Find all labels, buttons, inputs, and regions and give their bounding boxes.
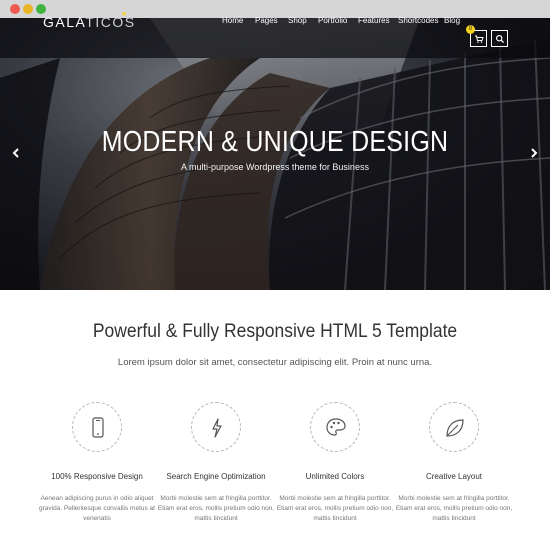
logo-bold: GALA: [43, 14, 86, 30]
feature-title: Creative Layout: [425, 472, 483, 481]
feature-icon-ring: [429, 402, 479, 452]
chevron-right-icon[interactable]: [527, 146, 541, 160]
feature-description: Aenean adipiscing purus in odio aliquet …: [39, 495, 155, 522]
nav-item-shop[interactable]: Shop: [288, 16, 307, 25]
lightning-icon: [212, 418, 222, 438]
cart-count-badge: 0: [466, 25, 475, 34]
feature-icon-ring: [310, 402, 360, 452]
feature-description: Morbi molestie sem at fringilla porttito…: [276, 495, 394, 522]
chevron-left-icon[interactable]: [9, 146, 23, 160]
logo-thin: TICOS: [85, 14, 136, 30]
maximize-window-icon[interactable]: [36, 4, 46, 14]
minimize-window-icon[interactable]: [23, 4, 33, 14]
feature-description: Morbi molestie sem at fringilla porttito…: [157, 495, 275, 522]
mobile-phone-icon: [92, 417, 104, 438]
search-icon: [495, 34, 505, 44]
nav-item-home[interactable]: Home: [222, 16, 243, 25]
palette-icon: [326, 418, 346, 436]
nav-item-pages[interactable]: Pages: [255, 16, 278, 25]
feature-icon-ring: [191, 402, 241, 452]
feature-title: Unlimited Colors: [305, 472, 365, 481]
leaf-icon: [446, 419, 464, 437]
feature-description: Morbi molestie sem at fringilla porttito…: [395, 495, 513, 522]
intro-subtitle: Lorem ipsum dolor sit amet, consectetur …: [117, 357, 433, 368]
nav-item-features[interactable]: Features: [358, 16, 390, 25]
feature-title: 100% Responsive Design: [51, 472, 143, 481]
hero-subtitle: A multi-purpose Wordpress theme for Busi…: [181, 162, 369, 172]
nav-item-shortcodes[interactable]: Shortcodes: [398, 16, 438, 25]
feature-title: Search Engine Optimization: [166, 472, 266, 481]
logo-star-icon: ★: [121, 11, 128, 18]
nav-item-portfolio[interactable]: Portfolio: [318, 16, 347, 25]
close-window-icon[interactable]: [10, 4, 20, 14]
search-button[interactable]: [491, 30, 508, 47]
cart-icon: [475, 35, 484, 43]
intro-title: Powerful & Fully Responsive HTML 5 Templ…: [92, 321, 458, 342]
nav-item-blog[interactable]: Blog: [444, 16, 460, 25]
hero-title: MODERN & UNIQUE DESIGN: [101, 126, 449, 158]
feature-icon-ring: [72, 402, 122, 452]
